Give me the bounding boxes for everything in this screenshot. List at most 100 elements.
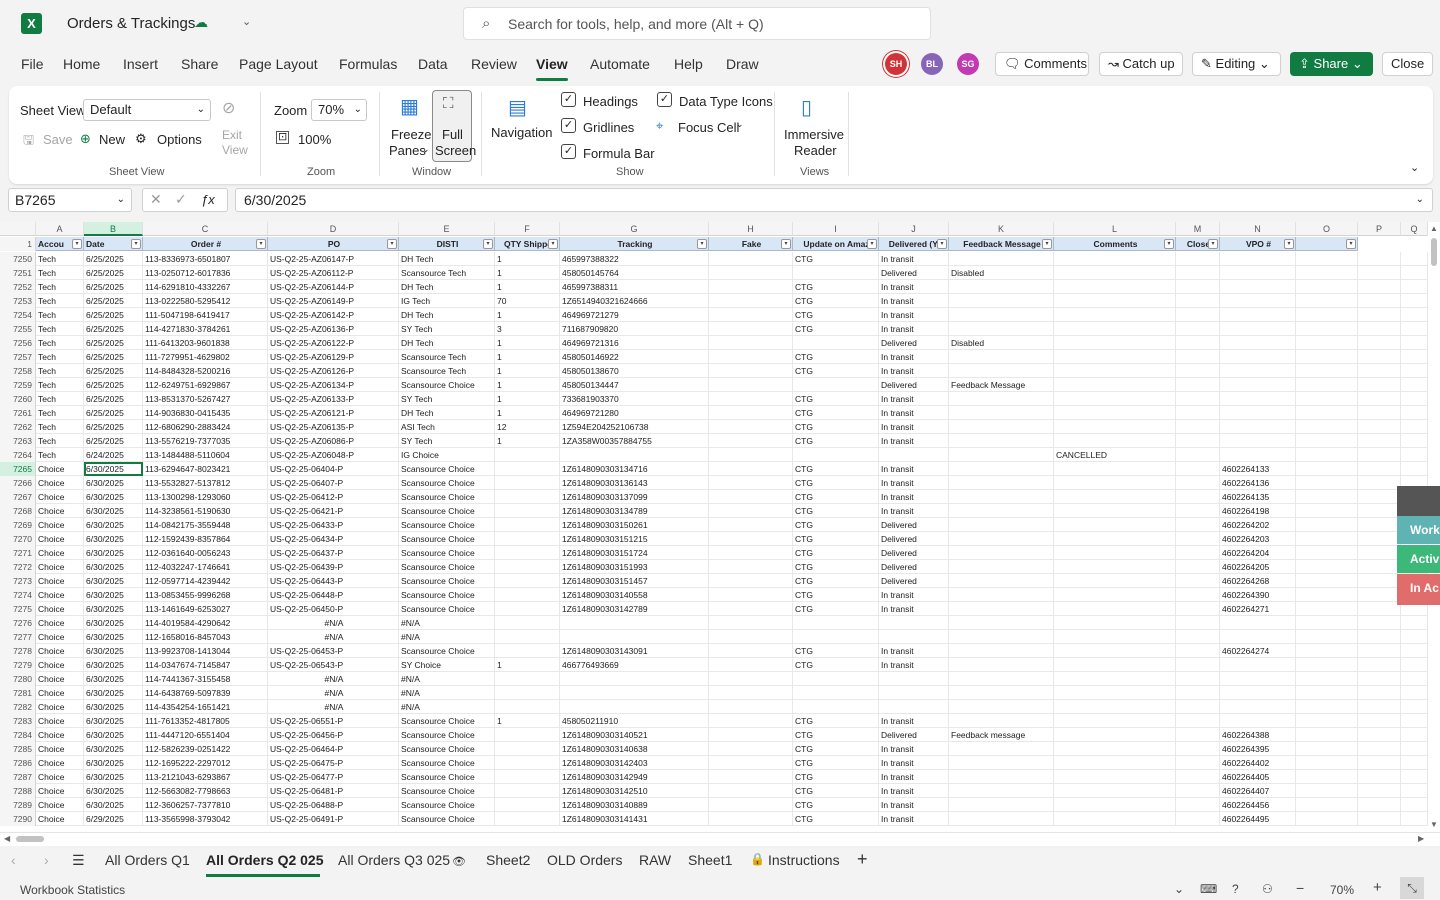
table-cell[interactable] [1054,532,1176,546]
table-cell[interactable]: 112-1658016-8457043 [143,630,268,644]
table-cell[interactable]: 114-3238561-5190630 [143,504,268,518]
table-cell[interactable]: 113-3565998-3793042 [143,812,268,826]
table-cell[interactable] [1296,644,1358,658]
row-header[interactable]: 7250 [0,252,36,266]
table-cell[interactable] [949,672,1054,686]
table-cell[interactable]: 6/30/2025 [84,462,143,476]
table-cell[interactable] [495,560,560,574]
table-cell[interactable]: 111-7279951-4629802 [143,350,268,364]
table-cell[interactable] [1176,490,1220,504]
table-cell[interactable]: 1 [495,280,560,294]
table-cell[interactable]: Delivered [879,378,949,392]
table-cell[interactable]: 6/30/2025 [84,518,143,532]
table-header-cell[interactable]: PO ▾ [268,237,399,251]
avatar[interactable]: SH [885,53,907,75]
table-cell[interactable] [1176,364,1220,378]
table-cell[interactable] [495,686,560,700]
table-cell[interactable] [1358,462,1401,476]
table-cell[interactable] [1296,266,1358,280]
table-cell[interactable]: 113-5576219-7377035 [143,434,268,448]
table-cell[interactable]: 112-6806290-2883424 [143,420,268,434]
table-cell[interactable] [495,756,560,770]
table-cell[interactable] [949,700,1054,714]
table-cell[interactable]: 114-0347674-7145847 [143,658,268,672]
table-cell[interactable]: 464969721316 [560,336,709,350]
avatar[interactable]: BL [921,53,943,75]
table-cell[interactable] [495,448,560,462]
column-header[interactable]: O [1296,222,1358,236]
cancel-icon[interactable]: ✕ [150,191,162,208]
table-cell[interactable] [1358,364,1401,378]
table-cell[interactable] [1358,812,1401,826]
table-cell[interactable]: In transit [879,784,949,798]
side-panel-item[interactable]: Activ [1397,545,1440,573]
table-cell[interactable] [709,588,793,602]
filter-dropdown-icon[interactable]: ▾ [387,239,397,249]
table-cell[interactable]: Choice [36,490,84,504]
table-cell[interactable] [949,504,1054,518]
table-cell[interactable]: US-Q2-25-06433-P [268,518,399,532]
table-cell[interactable]: Choice [36,602,84,616]
table-cell[interactable]: 6/30/2025 [84,798,143,812]
table-cell[interactable]: In transit [879,294,949,308]
table-cell[interactable]: In transit [879,322,949,336]
column-header[interactable]: L [1054,222,1176,236]
table-cell[interactable]: 458050145764 [560,266,709,280]
table-cell[interactable]: CTG [793,364,879,378]
table-cell[interactable]: 1Z6148090303142789 [560,602,709,616]
table-cell[interactable] [1296,784,1358,798]
filter-dropdown-icon[interactable]: ▾ [937,239,947,249]
table-cell[interactable]: US-Q2-25-AZ06133-P [268,392,399,406]
table-cell[interactable] [1176,798,1220,812]
filter-dropdown-icon[interactable]: ▾ [867,239,877,249]
table-cell[interactable]: Tech [36,406,84,420]
table-cell[interactable] [949,798,1054,812]
table-cell[interactable]: Scansource Choice [399,742,495,756]
table-cell[interactable]: 6/25/2025 [84,294,143,308]
table-cell[interactable]: 111-7613352-4817805 [143,714,268,728]
table-cell[interactable] [949,252,1054,266]
table-cell[interactable]: US-Q2-25-06488-P [268,798,399,812]
row-header[interactable]: 7275 [0,602,36,616]
table-cell[interactable] [1054,434,1176,448]
table-cell[interactable]: 1Z6148090303143091 [560,644,709,658]
table-cell[interactable]: Delivered [879,532,949,546]
table-cell[interactable] [1220,658,1296,672]
table-cell[interactable]: 113-0853455-9996268 [143,588,268,602]
table-cell[interactable] [1220,280,1296,294]
table-cell[interactable] [709,364,793,378]
search-box[interactable]: ⌕ Search for tools, help, and more (Alt … [463,7,931,40]
row-header[interactable]: 7261 [0,406,36,420]
table-cell[interactable]: 1Z6148090303150261 [560,518,709,532]
table-cell[interactable] [1054,462,1176,476]
table-cell[interactable]: In transit [879,462,949,476]
table-cell[interactable]: In transit [879,798,949,812]
table-cell[interactable]: Choice [36,574,84,588]
table-cell[interactable] [1296,490,1358,504]
table-cell[interactable]: In transit [879,406,949,420]
table-cell[interactable]: Choice [36,770,84,784]
table-cell[interactable]: CTG [793,658,879,672]
column-header[interactable]: J [879,222,949,236]
table-cell[interactable] [1358,336,1401,350]
tab-sheet1[interactable]: Sheet1 [688,852,732,868]
table-cell[interactable] [1176,322,1220,336]
table-cell[interactable] [1358,546,1401,560]
table-cell[interactable] [1358,798,1401,812]
table-cell[interactable] [709,392,793,406]
table-cell[interactable]: US-Q2-25-AZ06086-P [268,434,399,448]
table-cell[interactable] [1296,420,1358,434]
fit-view-icon[interactable]: ⤡ [1400,877,1424,899]
menu-file[interactable]: File [21,56,44,72]
table-cell[interactable]: 112-0361640-0056243 [143,546,268,560]
table-cell[interactable] [1358,714,1401,728]
column-header[interactable]: N [1220,222,1296,236]
row-header[interactable]: 7263 [0,434,36,448]
table-cell[interactable] [1220,420,1296,434]
table-cell[interactable]: #N/A [399,700,495,714]
table-cell[interactable]: Scansource Choice [399,714,495,728]
table-cell[interactable]: Choice [36,476,84,490]
table-cell[interactable]: 6/30/2025 [84,672,143,686]
table-cell[interactable] [1358,756,1401,770]
row-header[interactable]: 7257 [0,350,36,364]
